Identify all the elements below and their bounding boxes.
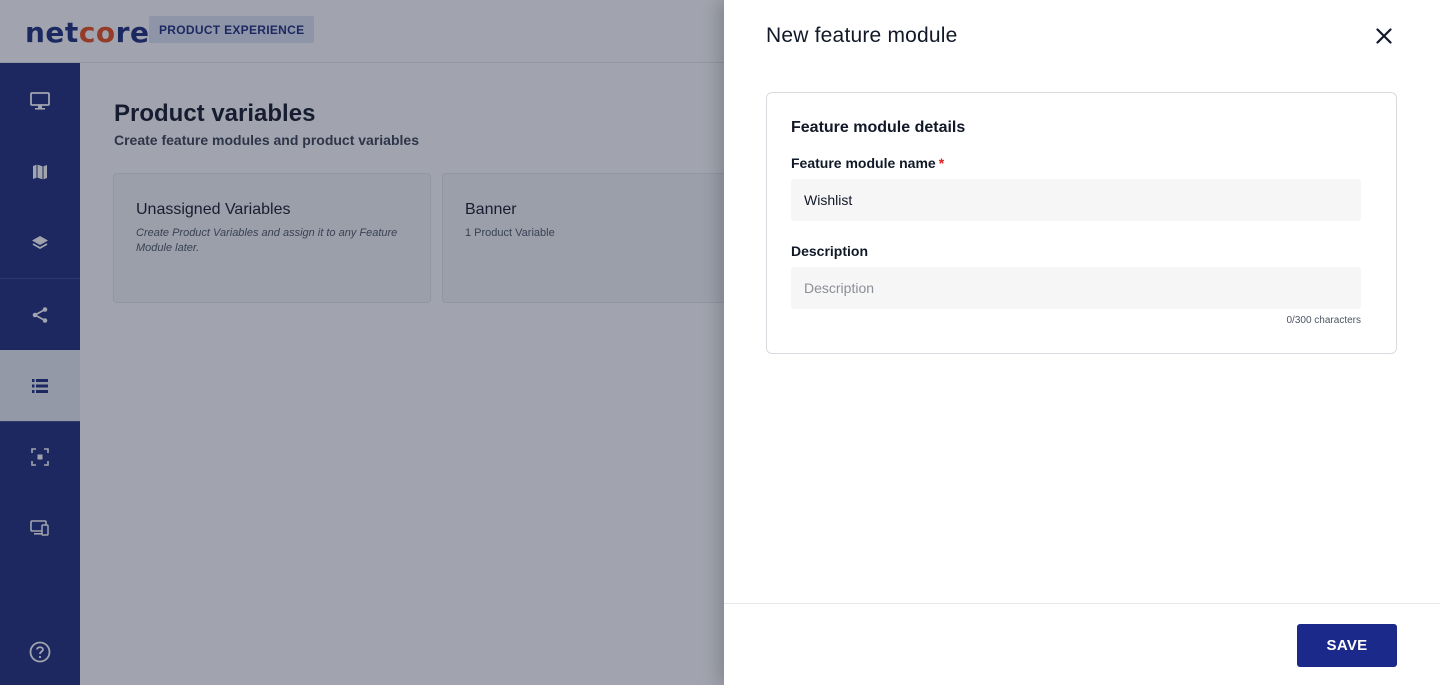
save-button[interactable]: SAVE: [1297, 624, 1397, 667]
close-button[interactable]: [1372, 24, 1396, 48]
character-counter: 0/300 characters: [1286, 315, 1362, 326]
required-asterisk: *: [938, 155, 945, 171]
drawer-title: New feature module: [766, 24, 958, 47]
section-title: Feature module details: [791, 119, 966, 136]
feature-module-details-section: Feature module details Feature module na…: [766, 92, 1397, 354]
description-label: Description: [791, 243, 869, 259]
new-feature-module-drawer: New feature module Feature module detail…: [724, 0, 1440, 685]
description-input[interactable]: [791, 267, 1361, 309]
close-icon: [1376, 28, 1392, 44]
feature-module-name-label: Feature module name *: [791, 155, 945, 171]
footer-divider: [724, 603, 1440, 604]
feature-module-name-input[interactable]: [791, 179, 1361, 221]
